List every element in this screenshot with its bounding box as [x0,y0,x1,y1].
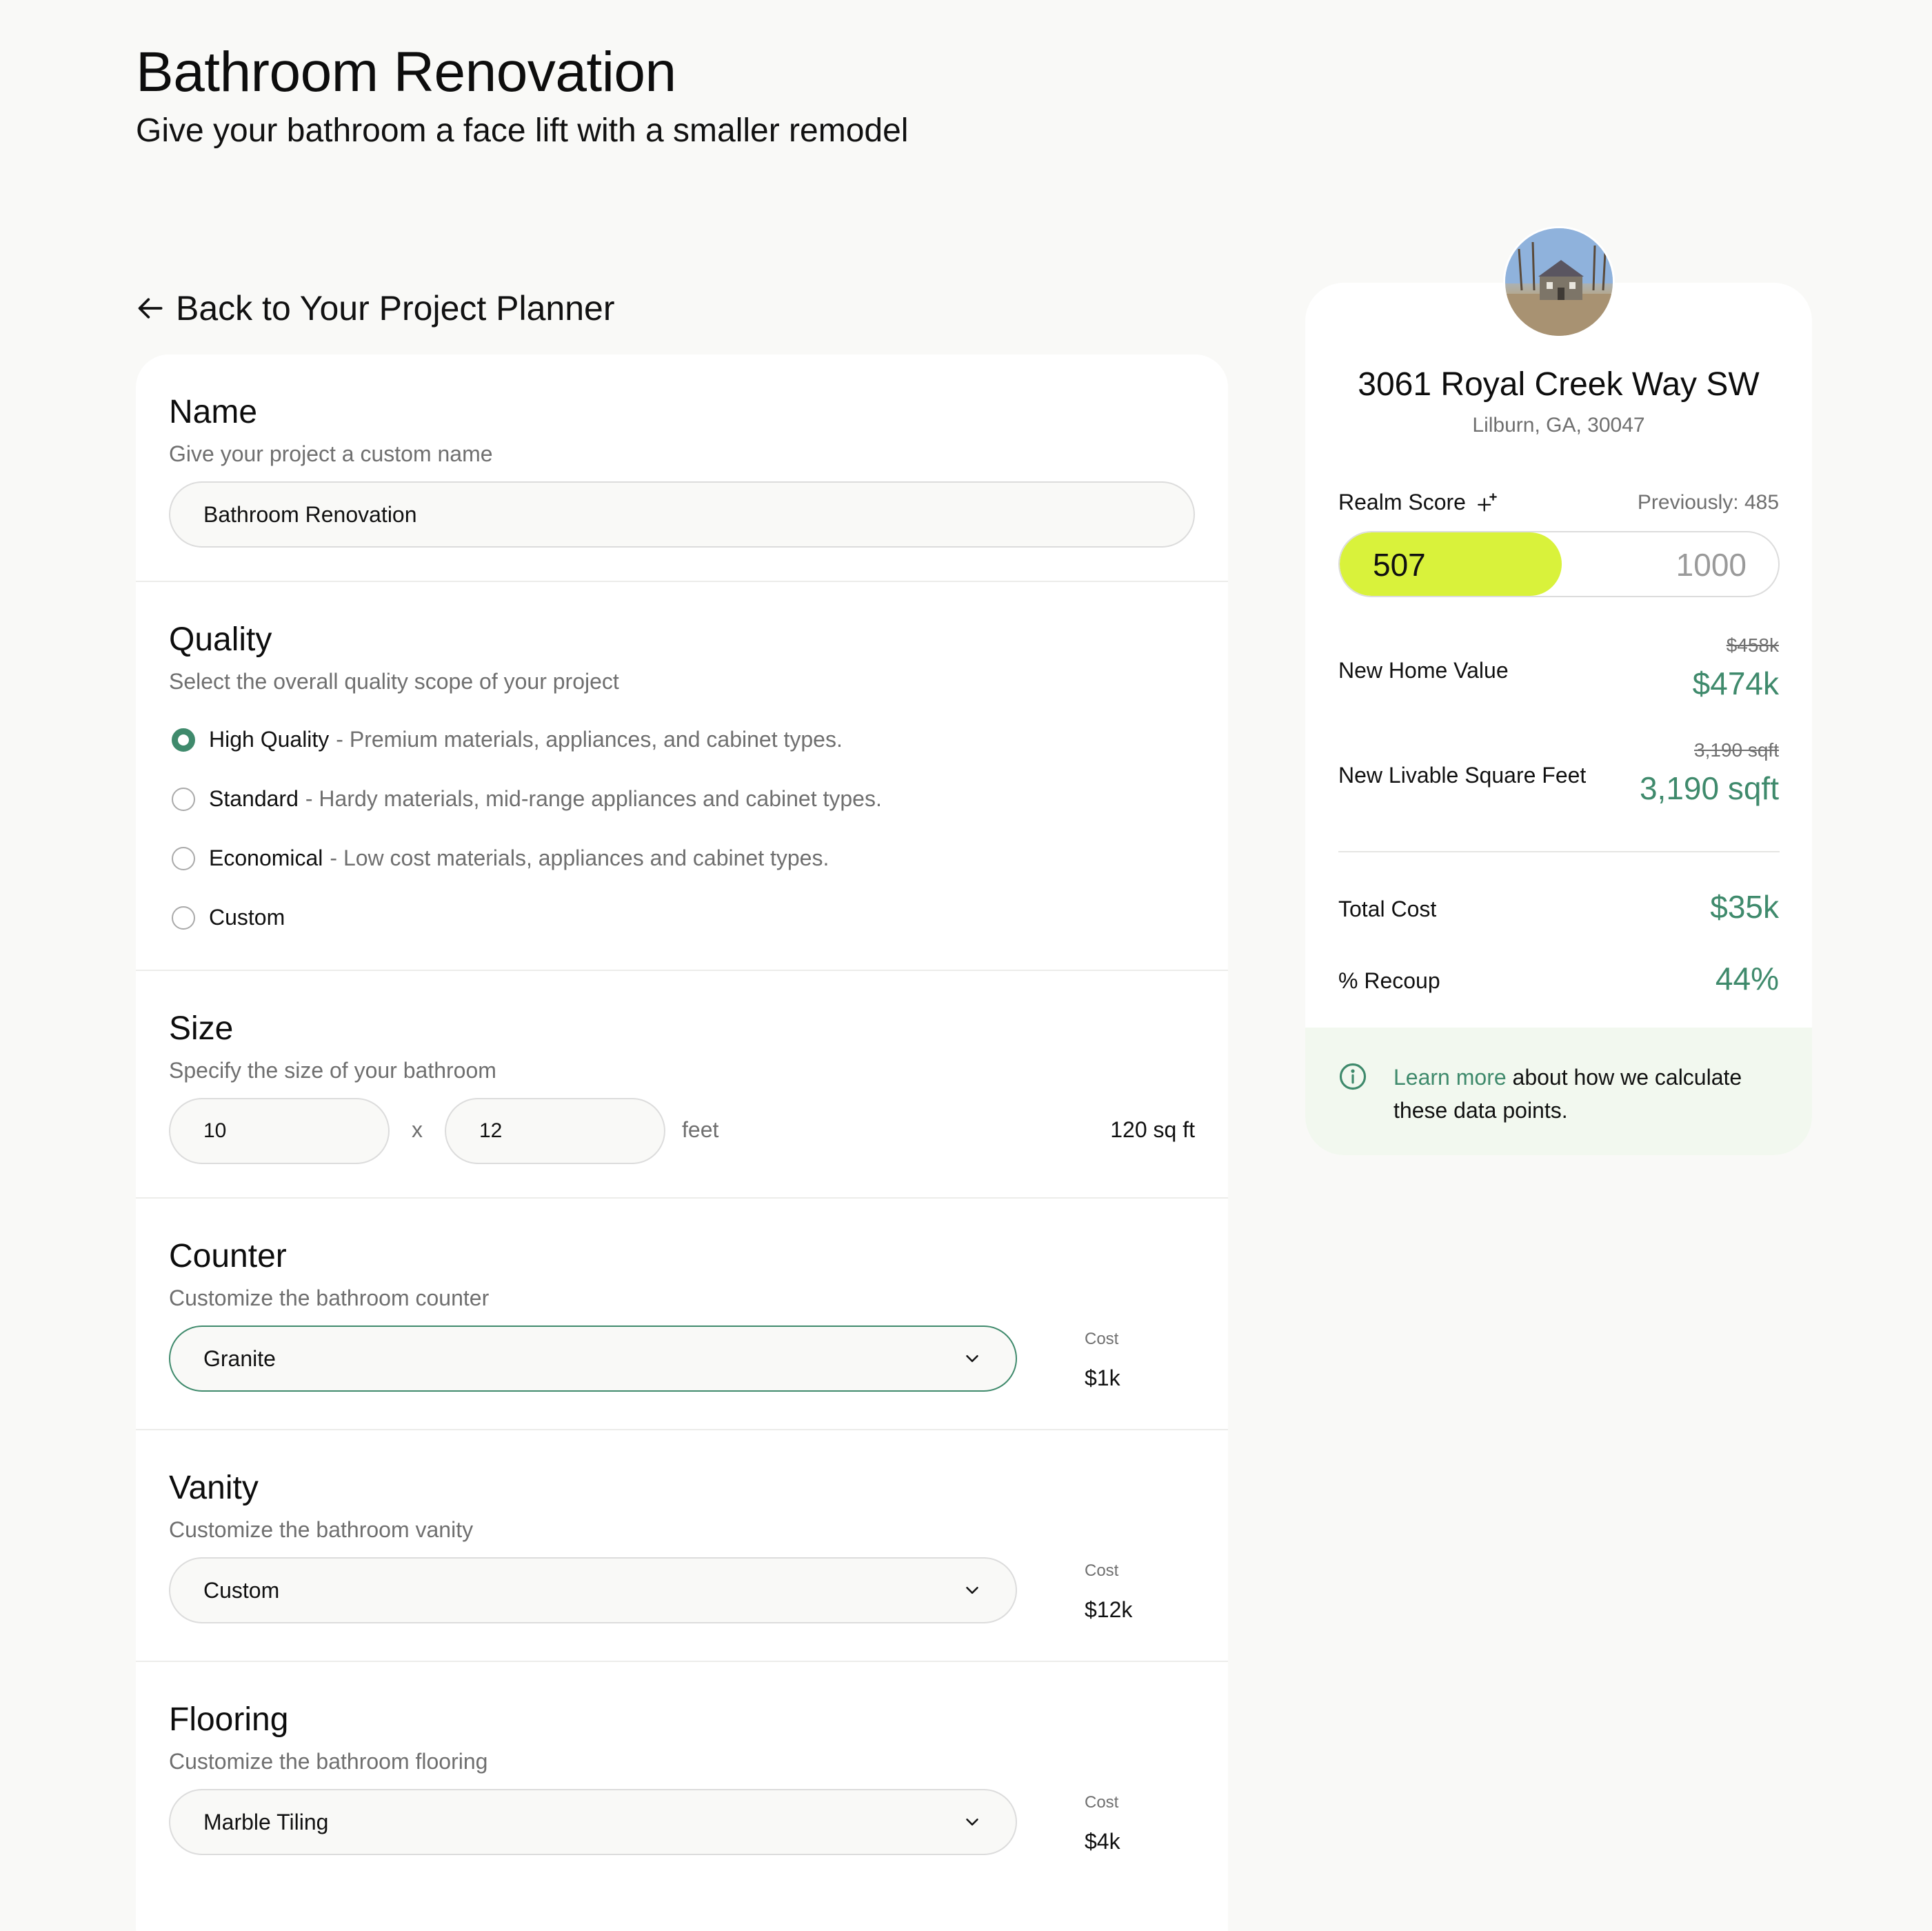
flooring-selected: Marble Tiling [203,1809,329,1834]
sparkle-icon [1478,492,1497,511]
vanity-selected: Custom [203,1577,280,1603]
radio-standard[interactable] [172,787,195,811]
back-link-label: Back to Your Project Planner [176,289,615,328]
old-home-value: $458k [1726,634,1779,656]
new-home-value: $474k [1692,666,1779,701]
counter-cost: $1k [1085,1365,1120,1390]
vanity-cost-label: Cost [1085,1561,1119,1580]
size-description: Specify the size of your bathroom [169,1058,496,1083]
option-label: Standard [209,786,299,811]
width-value: 10 [203,1119,227,1142]
info-icon [1339,1063,1367,1090]
option-description: - Low cost materials, appliances and cab… [330,846,829,870]
info-text: Learn more about how we calculate these … [1393,1061,1780,1127]
summary-divider [1338,851,1780,852]
radio-high-quality[interactable] [172,728,195,752]
radio-custom[interactable] [172,906,195,930]
sqft-values: 3,190 sqft 3,190 sqft [1640,739,1779,807]
back-to-planner-link[interactable]: Back to Your Project Planner [136,288,615,328]
page-title: Bathroom Renovation [136,41,676,103]
realm-score-bar: 507 1000 [1338,531,1780,597]
option-label: High Quality [209,727,330,752]
realm-score-value: 507 [1373,547,1426,583]
counter-cost-label: Cost [1085,1330,1119,1348]
recoup-label: % Recoup [1338,968,1440,993]
counter-title: Counter [169,1238,287,1274]
radio-economical[interactable] [172,846,195,870]
previous-score: Previously: 485 [1637,491,1779,514]
learn-more-link[interactable]: Learn more [1393,1065,1507,1090]
chevron-down-icon [966,1819,978,1825]
size-section: Size Specify the size of your bathroom 1… [136,971,1228,1199]
realm-score-label: Realm Score [1338,490,1499,515]
quality-option-custom[interactable]: Custom [172,905,285,930]
vanity-cost: $12k [1085,1597,1133,1622]
counter-section: Counter Customize the bathroom counter G… [136,1199,1228,1430]
arrow-left-icon [138,298,163,319]
info-box: Learn more about how we calculate these … [1305,1028,1812,1155]
quality-option-high[interactable]: High Quality - Premium materials, applia… [172,727,843,752]
project-name-input[interactable]: Bathroom Renovation [169,481,1195,548]
page-subtitle: Give your bathroom a face lift with a sm… [136,112,909,149]
project-name-value: Bathroom Renovation [203,501,417,527]
project-form-card: Name Give your project a custom name Bat… [136,354,1228,1931]
option-label: Economical [209,846,323,870]
home-value-values: $458k $474k [1693,634,1779,702]
option-description: - Premium materials, appliances, and cab… [336,727,843,752]
realm-score-text: Realm Score [1338,490,1466,514]
flooring-select[interactable]: Marble Tiling [169,1789,1017,1855]
chevron-down-icon [966,1355,978,1362]
flooring-description: Customize the bathroom flooring [169,1749,488,1774]
quality-title: Quality [169,621,272,658]
vanity-description: Customize the bathroom vanity [169,1517,474,1542]
size-separator: x [412,1117,423,1142]
quality-option-standard[interactable]: Standard - Hardy materials, mid-range ap… [172,786,882,812]
name-description: Give your project a custom name [169,441,493,466]
option-description: - Hardy materials, mid-range appliances … [305,786,882,811]
total-cost-value: $35k [1710,889,1779,925]
option-label: Custom [209,905,285,930]
counter-selected: Granite [203,1345,276,1371]
size-title: Size [169,1010,234,1047]
counter-select[interactable]: Granite [169,1325,1017,1392]
length-value: 12 [479,1119,503,1142]
house-image [1505,228,1613,336]
quality-section: Quality Select the overall quality scope… [136,582,1228,971]
counter-description: Customize the bathroom counter [169,1285,490,1310]
home-value-label: New Home Value [1338,658,1509,683]
property-photo [1503,226,1615,338]
size-total: 120 sq ft [1110,1117,1195,1142]
name-title: Name [169,394,258,430]
sqft-label: New Livable Square Feet [1338,763,1587,788]
flooring-cost: $4k [1085,1829,1120,1854]
size-unit: feet [682,1117,719,1142]
flooring-section: Flooring Customize the bathroom flooring… [136,1662,1228,1894]
property-city: Lilburn, GA, 30047 [1472,414,1645,437]
quality-option-economical[interactable]: Economical - Low cost materials, applian… [172,846,829,871]
old-sqft: 3,190 sqft [1694,739,1779,761]
recoup-value: 44% [1715,961,1779,997]
vanity-title: Vanity [169,1470,259,1506]
realm-score-max: 1000 [1676,547,1747,583]
quality-description: Select the overall quality scope of your… [169,669,619,694]
width-input[interactable]: 10 [169,1098,390,1164]
chevron-down-icon [966,1587,978,1594]
vanity-select[interactable]: Custom [169,1557,1017,1623]
property-summary-card: 3061 Royal Creek Way SW Lilburn, GA, 300… [1305,283,1812,1155]
flooring-title: Flooring [169,1701,289,1738]
property-address: 3061 Royal Creek Way SW [1358,366,1760,403]
vanity-section: Vanity Customize the bathroom vanity Cus… [136,1430,1228,1662]
new-sqft: 3,190 sqft [1639,770,1779,806]
name-section: Name Give your project a custom name Bat… [136,354,1228,582]
flooring-cost-label: Cost [1085,1793,1119,1812]
total-cost-label: Total Cost [1338,897,1437,921]
length-input[interactable]: 12 [445,1098,665,1164]
